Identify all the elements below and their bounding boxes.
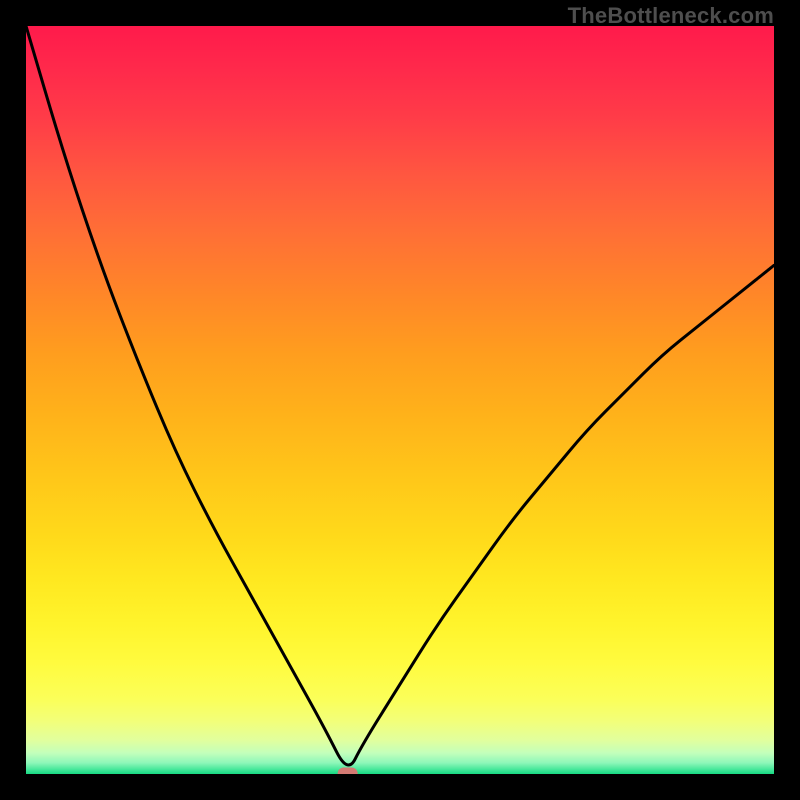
chart-frame: TheBottleneck.com [0,0,800,800]
chart-svg [26,26,774,774]
plot-area [26,26,774,774]
chart-background [26,26,774,774]
min-marker [338,768,358,775]
